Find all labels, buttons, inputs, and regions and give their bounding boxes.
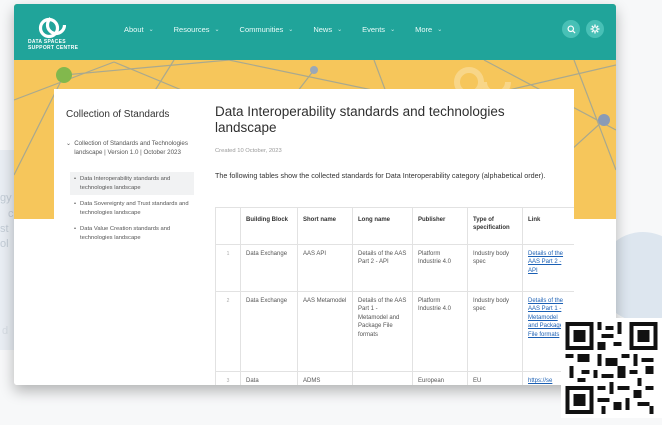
cell-short-name: AAS API <box>297 244 353 292</box>
row-number: 2 <box>215 291 241 372</box>
nav-menu: About ⌄ Resources ⌄ Communities ⌄ News ⌄ Eve… <box>124 25 442 34</box>
cell-building-block: Data Exchange <box>240 291 298 372</box>
chevron-down-icon: ⌄ <box>437 27 443 33</box>
screenshot-stage: gy c st ol d DATA SPACES SUPPORT CENTRE … <box>0 0 662 425</box>
sidebar-item-label: Data Interoperability standards and tech… <box>80 176 171 191</box>
intro-text: The following tables show the collected … <box>215 171 546 180</box>
sidebar-item-data-sovereignty[interactable]: • Data Sovereignty and Trust standards a… <box>70 197 194 220</box>
standard-link[interactable]: https://se <box>528 378 552 384</box>
chevron-down-icon: ⌄ <box>148 27 154 33</box>
sidebar-title: Collection of Standards <box>66 109 170 120</box>
column-header-link: Link <box>522 207 574 245</box>
background-text: d <box>2 325 9 337</box>
sidebar-item-data-interoperability[interactable]: • Data Interoperability standards and te… <box>70 172 194 195</box>
search-icon <box>566 24 576 34</box>
nav-item-about[interactable]: About ⌄ <box>124 25 154 34</box>
nav-item-events[interactable]: Events ⌄ <box>362 25 395 34</box>
column-header-publisher: Publisher <box>412 207 468 245</box>
bullet-icon: • <box>74 226 77 232</box>
sidebar-item-label: Data Value Creation standards and techno… <box>80 226 171 241</box>
column-header-short-name: Short name <box>297 207 353 245</box>
cell-long-name: Details of the AAS Part 2 - API <box>352 244 413 292</box>
created-date: Created 10 October, 2023 <box>215 148 282 154</box>
top-navigation-bar: DATA SPACES SUPPORT CENTRE About ⌄ Resour… <box>14 4 616 60</box>
cell-type: Industry body spec <box>467 291 523 372</box>
column-header-building-block: Building Block <box>240 207 298 245</box>
cell-type: EU <box>467 371 523 385</box>
standards-table: Building Block Short name Long name Publ… <box>215 207 574 385</box>
background-text: gy <box>0 192 12 204</box>
network-node <box>598 114 610 126</box>
main-content: Data Interoperability standards and tech… <box>214 89 574 385</box>
nav-item-news[interactable]: News ⌄ <box>313 25 342 34</box>
background-text: ol <box>0 238 9 250</box>
sidebar-item-collection[interactable]: ⌄ Collection of Standards and Technologi… <box>66 139 192 157</box>
row-number: 1 <box>215 244 241 292</box>
standard-link[interactable]: Details of the AAS Part 1 - Metamodel an… <box>528 298 563 338</box>
background-text: c <box>8 208 14 220</box>
website-window: DATA SPACES SUPPORT CENTRE About ⌄ Resour… <box>14 4 616 385</box>
search-button[interactable] <box>562 20 580 38</box>
chevron-down-icon: ⌄ <box>66 140 72 147</box>
chevron-down-icon: ⌄ <box>337 27 343 33</box>
row-number: 3 <box>215 371 241 385</box>
cell-long-name <box>352 371 413 385</box>
table-row: 1 Data Exchange AAS API Details of the A… <box>215 244 574 292</box>
chevron-down-icon: ⌄ <box>390 27 396 33</box>
content-card: Collection of Standards ⌄ Collection of … <box>54 89 574 385</box>
cell-publisher: European <box>412 371 468 385</box>
sidebar-item-data-value-creation[interactable]: • Data Value Creation standards and tech… <box>70 222 194 245</box>
cell-publisher: Platform Industrie 4.0 <box>412 244 468 292</box>
cell-long-name: Details of the AAS Part 1 - Metamodel an… <box>352 291 413 372</box>
logo-line: SUPPORT CENTRE <box>28 45 79 51</box>
nav-item-label: News <box>313 25 333 34</box>
standard-link[interactable]: Details of the AAS Part 2 - API <box>528 251 563 274</box>
cell-short-name: ADMS <box>297 371 353 385</box>
nav-item-label: Events <box>362 25 386 34</box>
column-header-number <box>215 207 241 245</box>
network-node <box>310 66 318 74</box>
settings-button[interactable] <box>586 20 604 38</box>
cell-building-block: Data Exchange <box>240 244 298 292</box>
cell-link: Details of the AAS Part 2 - API <box>522 244 574 292</box>
dssc-logo-icon[interactable] <box>38 14 66 42</box>
network-node <box>56 67 72 83</box>
chevron-down-icon: ⌄ <box>288 27 294 33</box>
nav-item-communities[interactable]: Communities ⌄ <box>240 25 294 34</box>
chevron-down-icon: ⌄ <box>214 27 220 33</box>
nav-item-label: About <box>124 25 144 34</box>
nav-item-more[interactable]: More ⌄ <box>415 25 442 34</box>
nav-item-label: More <box>415 25 433 34</box>
page-title: Data Interoperability standards and tech… <box>215 104 505 135</box>
qr-code-icon <box>561 318 662 418</box>
cell-building-block: Data <box>240 371 298 385</box>
sidebar-item-label: Data Sovereignty and Trust standards and… <box>80 201 189 216</box>
table-header-row: Building Block Short name Long name Publ… <box>215 207 574 245</box>
cell-short-name: AAS Metamodel <box>297 291 353 372</box>
bullet-icon: • <box>74 176 77 182</box>
sidebar: Collection of Standards ⌄ Collection of … <box>54 89 194 385</box>
column-header-long-name: Long name <box>352 207 413 245</box>
table-row: 3 Data ADMS European EU https://se <box>215 371 574 385</box>
sidebar-sublist: • Data Interoperability standards and te… <box>70 172 194 247</box>
cell-type: Industry body spec <box>467 244 523 292</box>
sidebar-item-label: Collection of Standards and Technologies… <box>74 140 188 156</box>
nav-item-label: Resources <box>173 25 210 34</box>
background-text: st <box>0 223 9 235</box>
cell-publisher: Platform Industrie 4.0 <box>412 291 468 372</box>
bullet-icon: • <box>74 201 77 207</box>
nav-item-resources[interactable]: Resources ⌄ <box>174 25 220 34</box>
table-row: 2 Data Exchange AAS Metamodel Details of… <box>215 291 574 372</box>
logo-wordmark: DATA SPACES SUPPORT CENTRE <box>28 39 78 51</box>
nav-item-label: Communities <box>239 25 284 34</box>
column-header-type: Type of specification <box>467 207 523 245</box>
gear-icon <box>590 24 600 34</box>
